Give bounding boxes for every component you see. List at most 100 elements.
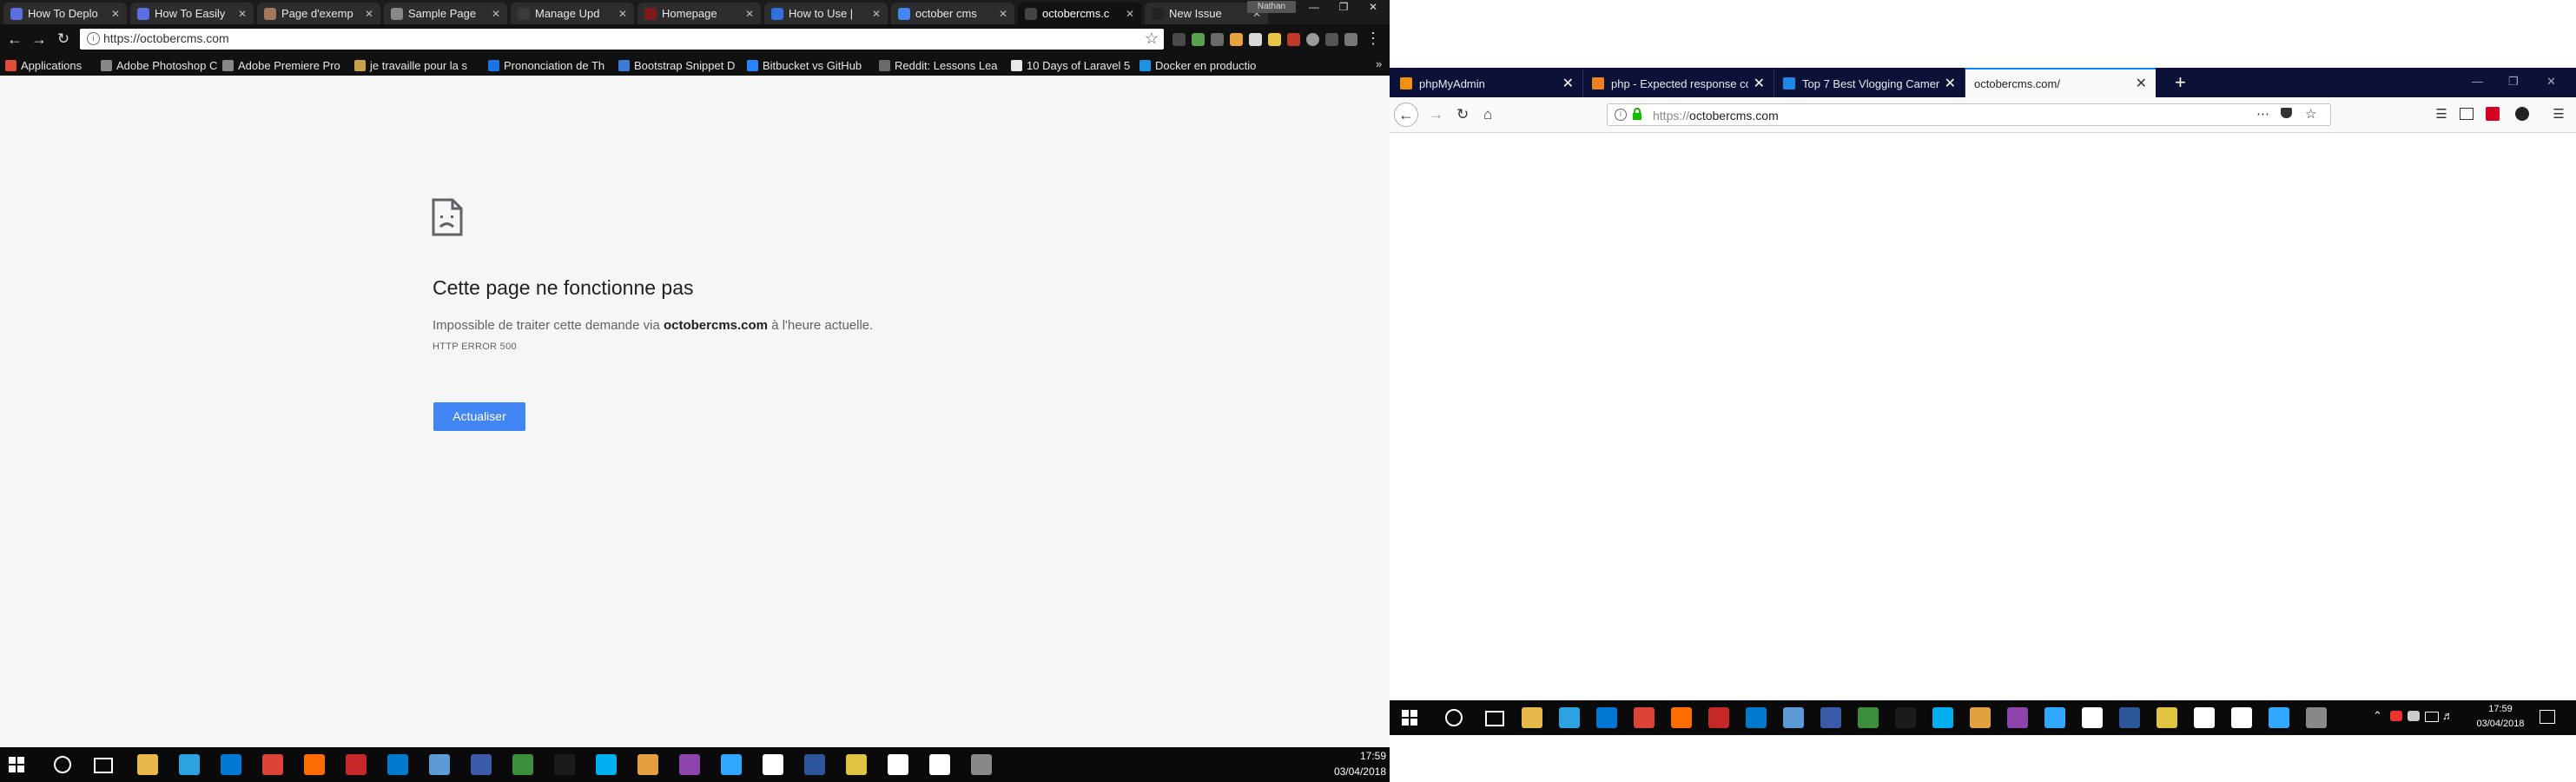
taskbar-app-icon[interactable] (1783, 707, 1804, 728)
taskbar-app-icon[interactable] (429, 754, 450, 775)
bookmarks-overflow-icon[interactable]: » (1376, 57, 1382, 70)
extension-icon[interactable] (1325, 33, 1338, 46)
info-icon[interactable]: i (1615, 109, 1627, 121)
taskbar-app-icon[interactable] (2007, 707, 2028, 728)
back-icon[interactable]: ← (1394, 103, 1418, 127)
sidebar-icon[interactable] (2460, 108, 2474, 120)
forward-icon[interactable]: → (1429, 106, 1443, 123)
taskbar-app-icon[interactable] (2194, 707, 2215, 728)
page-actions-icon[interactable]: ⋯ (2256, 106, 2269, 122)
back-icon[interactable]: ← (7, 31, 23, 47)
restore-icon[interactable]: ❐ (1329, 0, 1358, 14)
chrome-tab[interactable]: october cms ✕ (891, 3, 1014, 24)
taskbar-app-icon[interactable] (929, 754, 950, 775)
bookmark-item[interactable]: je travaille pour la s (354, 57, 467, 73)
taskbar-app-icon[interactable] (596, 754, 617, 775)
right-clock[interactable]: 17:59 03/04/2018 (2470, 702, 2531, 732)
taskbar-app-icon[interactable] (1634, 707, 1655, 728)
close-tab-icon[interactable]: ✕ (1557, 75, 1574, 92)
close-tab-icon[interactable]: ✕ (1939, 75, 1956, 92)
bookmark-star-icon[interactable]: ☆ (2305, 106, 2316, 122)
taskbar-app-icon[interactable] (637, 754, 658, 775)
chrome-profile-badge[interactable]: Nathan (1247, 1, 1296, 13)
close-tab-icon[interactable]: ✕ (995, 8, 1007, 20)
chrome-tab[interactable]: How To Easily ✕ (130, 3, 254, 24)
notifications-icon[interactable] (2540, 710, 2555, 724)
extension-icon[interactable] (1192, 33, 1205, 46)
close-tab-icon[interactable]: ✕ (1122, 8, 1134, 20)
taskbar-app-icon[interactable] (1746, 707, 1767, 728)
tray-app-icon[interactable] (2408, 711, 2420, 721)
taskbar-app-icon[interactable] (1820, 707, 1841, 728)
close-tab-icon[interactable]: ✕ (1748, 75, 1765, 92)
taskbar-app-icon[interactable] (2044, 707, 2065, 728)
taskbar-app-icon[interactable] (2231, 707, 2252, 728)
extension-icon[interactable] (1211, 33, 1224, 46)
taskbar-app-icon[interactable] (763, 754, 783, 775)
chrome-tab[interactable]: Page d'exemp ✕ (257, 3, 380, 24)
extension-icon[interactable] (2486, 107, 2500, 121)
battery-icon[interactable] (2425, 712, 2439, 722)
taskbar-app-icon[interactable] (346, 754, 367, 775)
taskbar-app-icon[interactable] (2269, 707, 2289, 728)
bookmark-item[interactable]: Adobe Premiere Pro (222, 57, 340, 73)
taskbar-app-icon[interactable] (1858, 707, 1879, 728)
bookmark-item[interactable]: Prononciation de Th (488, 57, 604, 73)
taskbar-app-icon[interactable] (1932, 707, 1953, 728)
taskbar-app-icon[interactable] (846, 754, 867, 775)
chrome-tab[interactable]: Homepage ✕ (637, 3, 761, 24)
close-tab-icon[interactable]: ✕ (361, 8, 373, 20)
task-view-icon[interactable] (94, 758, 113, 773)
library-icon[interactable]: ☰ (2434, 106, 2449, 122)
taskbar-app-icon[interactable] (1671, 707, 1692, 728)
extension-icon[interactable] (1230, 33, 1243, 46)
hamburger-menu-icon[interactable]: ☰ (2551, 106, 2566, 122)
bookmark-item[interactable]: Docker en productio (1139, 57, 1256, 73)
close-tab-icon[interactable]: ✕ (488, 8, 500, 20)
bookmark-item[interactable]: Bootstrap Snippet D (618, 57, 735, 73)
info-icon[interactable]: i (87, 32, 100, 45)
windows-start-icon[interactable] (1402, 710, 1417, 726)
taskbar-app-icon[interactable] (971, 754, 992, 775)
taskbar-app-icon[interactable] (721, 754, 742, 775)
bookmark-star-icon[interactable]: ☆ (1145, 30, 1159, 48)
extension-icon[interactable] (1268, 33, 1281, 46)
extension-icon[interactable] (2515, 107, 2529, 121)
new-tab-icon[interactable]: + (2175, 71, 2186, 94)
taskbar-app-icon[interactable] (512, 754, 533, 775)
windows-start-icon[interactable] (9, 757, 24, 772)
firefox-tab[interactable]: Top 7 Best Vlogging Cameras ✕ (1773, 70, 1965, 97)
chrome-menu-icon[interactable]: ⋮ (1365, 30, 1381, 48)
taskbar-app-icon[interactable] (2119, 707, 2140, 728)
bookmark-item[interactable]: Adobe Photoshop C (101, 57, 217, 73)
taskbar-app-icon[interactable] (304, 754, 325, 775)
minimize-icon[interactable]: — (1299, 0, 1329, 14)
taskbar-app-icon[interactable] (2157, 707, 2177, 728)
omnibox-url[interactable]: https://octobercms.com (103, 31, 229, 45)
chrome-tab[interactable]: octobercms.c ✕ (1018, 3, 1141, 24)
tray-app-icon[interactable] (2390, 711, 2402, 721)
reload-icon[interactable]: ↻ (1456, 106, 1469, 123)
omnibox[interactable]: i https://octobercms.com ☆ (80, 29, 1164, 50)
bookmark-item[interactable]: Reddit: Lessons Lea (879, 57, 998, 73)
chrome-tab[interactable]: How to Use | ✕ (764, 3, 888, 24)
close-tab-icon[interactable]: ✕ (869, 8, 881, 20)
close-tab-icon[interactable]: ✕ (2130, 75, 2147, 92)
lock-icon[interactable] (1632, 108, 1642, 120)
taskbar-app-icon[interactable] (1708, 707, 1729, 728)
reload-icon[interactable]: ↻ (56, 31, 71, 47)
extension-icon[interactable] (1306, 33, 1319, 46)
reload-button[interactable]: Actualiser (433, 402, 525, 431)
minimize-icon[interactable]: — (2472, 75, 2483, 88)
taskbar-app-icon[interactable] (1895, 707, 1916, 728)
firefox-tab[interactable]: phpMyAdmin ✕ (1391, 70, 1582, 97)
extension-icon[interactable] (1172, 33, 1186, 46)
volume-icon[interactable]: ♬ (2442, 709, 2454, 722)
taskbar-app-icon[interactable] (221, 754, 241, 775)
close-tab-icon[interactable]: ✕ (108, 8, 120, 20)
close-tab-icon[interactable]: ✕ (234, 8, 247, 20)
taskbar-app-icon[interactable] (888, 754, 908, 775)
left-clock[interactable]: 17:59 03/04/2018 (1320, 748, 1386, 779)
taskbar-app-icon[interactable] (2306, 707, 2327, 728)
url-text[interactable]: https://octobercms.com (1653, 109, 1779, 123)
